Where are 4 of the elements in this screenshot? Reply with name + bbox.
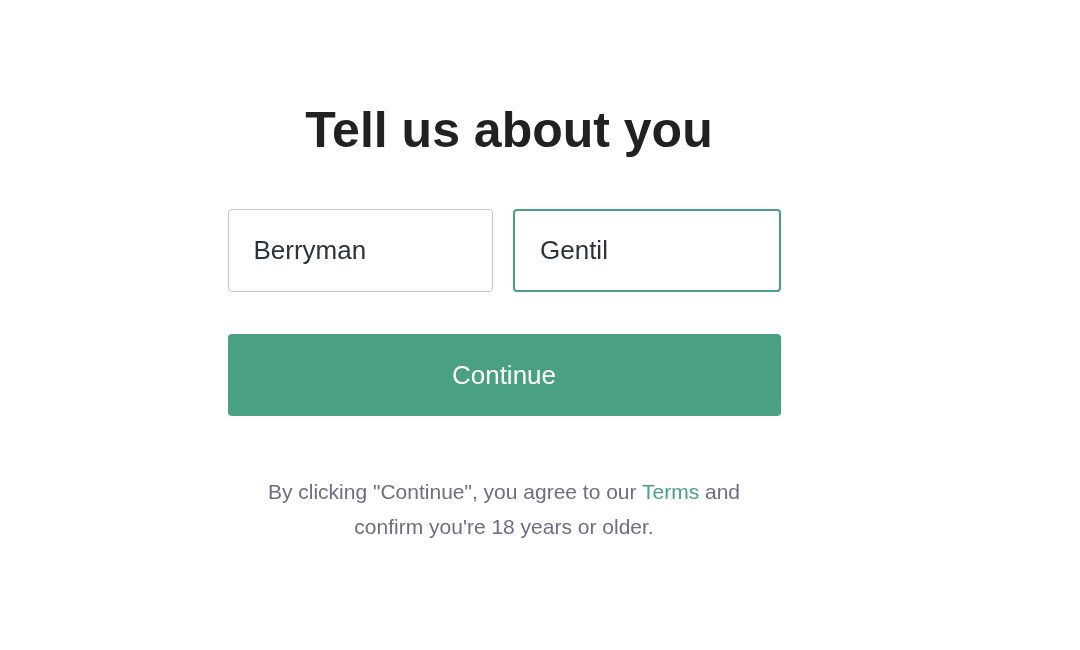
terms-notice: By clicking "Continue", you agree to our Terms and confirm you're 18 years or older. — [266, 479, 742, 540]
text-field[interactable]: Berryman — [227, 209, 493, 292]
page-title: Tell us about you — [305, 101, 713, 160]
text-field[interactable]: Gentil — [513, 209, 781, 292]
